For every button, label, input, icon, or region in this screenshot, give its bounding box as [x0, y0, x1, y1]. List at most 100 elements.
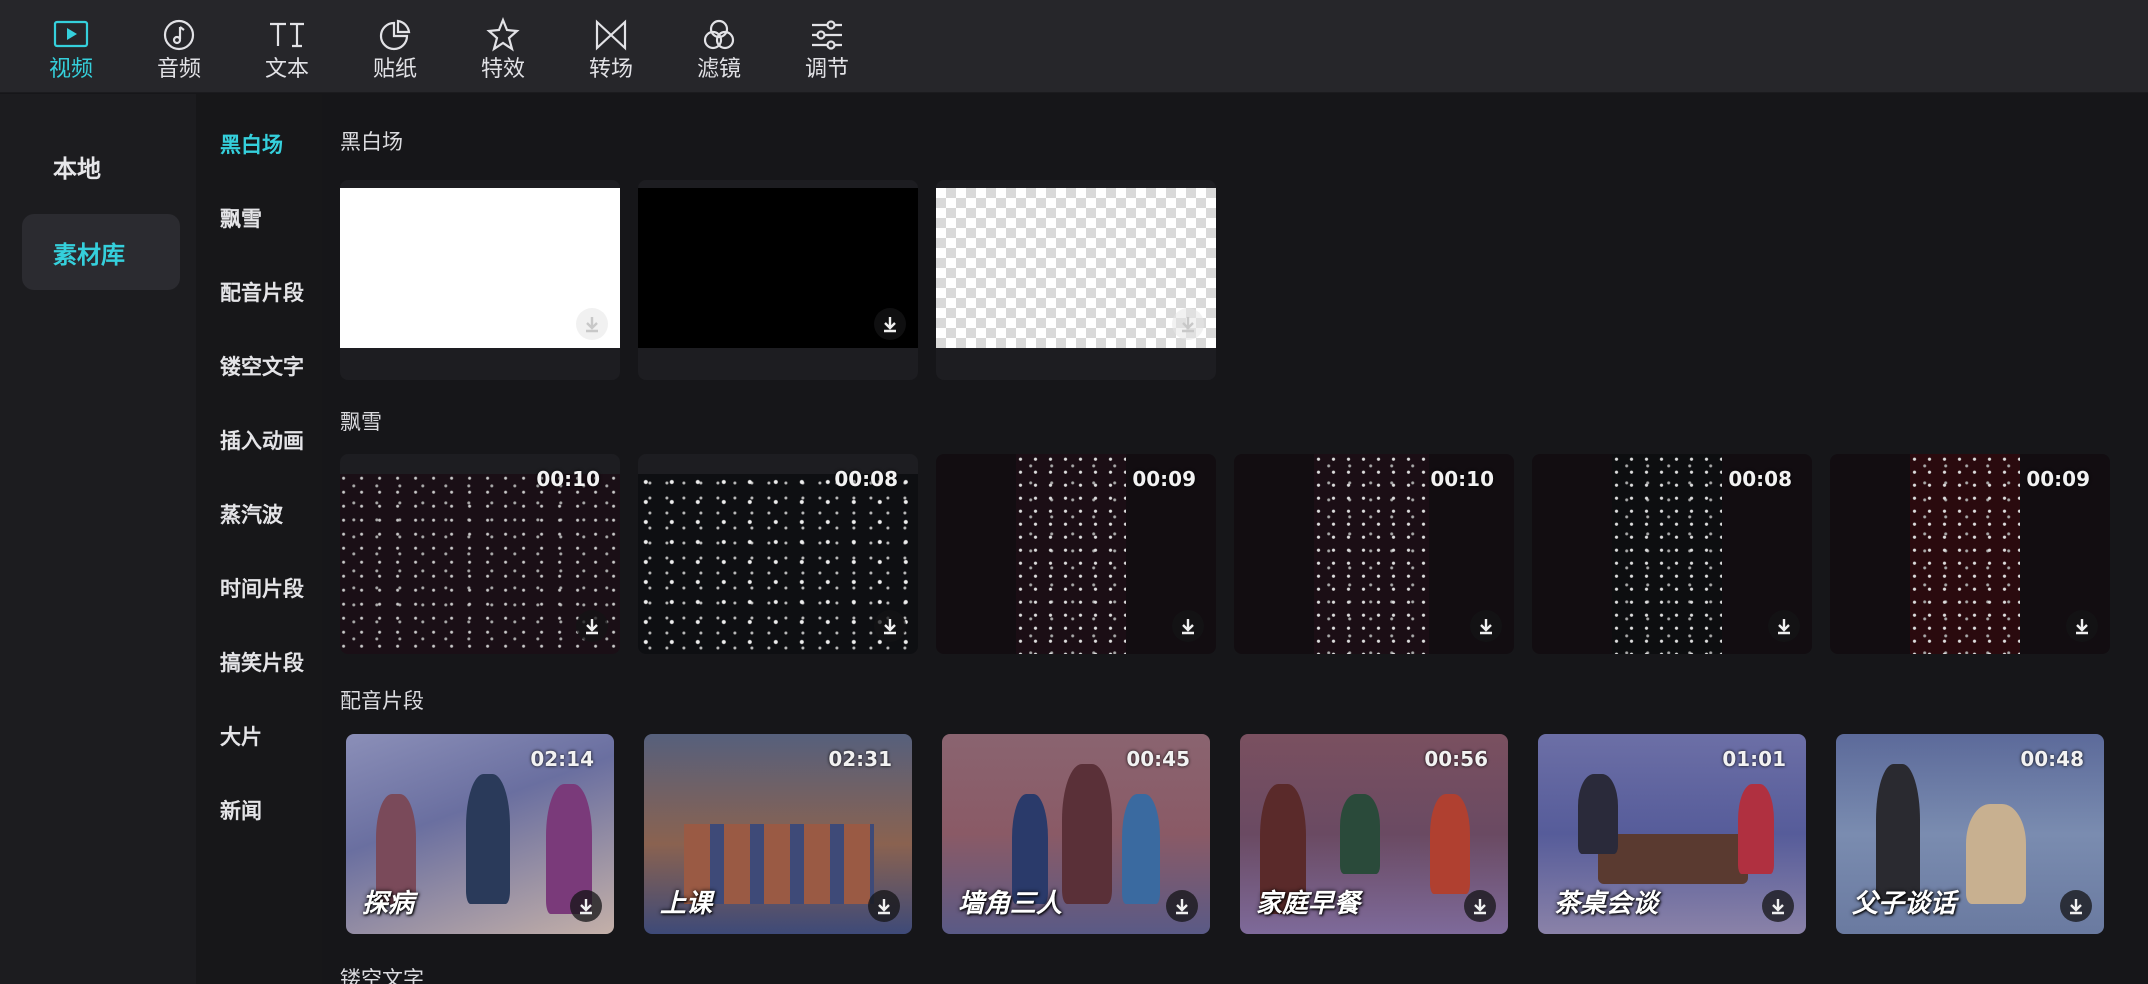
- category-funny-clips[interactable]: 搞笑片段: [220, 648, 304, 678]
- download-button[interactable]: [868, 890, 900, 922]
- download-icon: [878, 899, 890, 915]
- download-button[interactable]: [2066, 610, 2098, 642]
- material-grid: 黑白场 飘雪 00:10 00:08 00:09 00:10 00:08 00:…: [322, 94, 2148, 984]
- tab-adjust-label: 调节: [804, 57, 849, 82]
- duration-label: 00:45: [1126, 747, 1190, 771]
- download-button[interactable]: [874, 308, 906, 340]
- download-button[interactable]: [1464, 890, 1496, 922]
- snow-thumb: [1612, 454, 1722, 654]
- download-button[interactable]: [576, 308, 608, 340]
- download-button[interactable]: [1762, 890, 1794, 922]
- snow-thumb: [1016, 454, 1126, 654]
- tab-adjust[interactable]: 调节: [773, 0, 881, 93]
- category-time-clips[interactable]: 时间片段: [220, 574, 304, 604]
- filter-icon: [703, 19, 735, 50]
- clip-title: 探病: [362, 889, 415, 919]
- category-nav: 黑白场 飘雪 配音片段 镂空文字 插入动画 蒸汽波 时间片段 搞笑片段 大片 新…: [196, 94, 322, 984]
- category-dubbing[interactable]: 配音片段: [220, 278, 304, 308]
- section-title-blackwhite: 黑白场: [340, 130, 403, 154]
- illustration-figure: [1122, 794, 1160, 904]
- tab-text[interactable]: 文本: [233, 0, 341, 93]
- category-blackwhite[interactable]: 黑白场: [220, 130, 283, 160]
- tab-filter[interactable]: 滤镜: [665, 0, 773, 93]
- nav-library[interactable]: 素材库: [22, 214, 180, 290]
- material-card[interactable]: 00:08: [638, 454, 918, 654]
- clip-title: 上课: [660, 889, 713, 919]
- category-news[interactable]: 新闻: [220, 796, 262, 826]
- download-icon: [1480, 619, 1492, 635]
- category-insert-animation[interactable]: 插入动画: [220, 426, 304, 456]
- download-icon: [1778, 619, 1790, 635]
- tab-effects[interactable]: 特效: [449, 0, 557, 93]
- text-icon: [270, 22, 304, 48]
- video-icon: [53, 20, 89, 48]
- duration-label: 00:10: [536, 467, 600, 491]
- tab-sticker-label: 贴纸: [372, 57, 417, 82]
- material-card[interactable]: 00:56 家庭早餐: [1240, 734, 1508, 934]
- illustration-figure: [1966, 804, 2026, 904]
- material-card[interactable]: 02:31 上课: [644, 734, 912, 934]
- material-card[interactable]: 01:01 茶桌会谈: [1538, 734, 1806, 934]
- nav-library-label: 素材库: [53, 240, 125, 269]
- nav-local[interactable]: 本地: [22, 128, 180, 204]
- download-button[interactable]: [874, 610, 906, 642]
- category-hollow-text[interactable]: 镂空文字: [220, 352, 304, 382]
- download-icon: [1182, 317, 1194, 333]
- snow-thumb: [1314, 454, 1429, 654]
- material-card[interactable]: 00:10: [340, 454, 620, 654]
- tab-transition-label: 转场: [588, 57, 633, 82]
- transition-icon: [595, 19, 627, 51]
- download-button[interactable]: [1172, 308, 1204, 340]
- duration-label: 00:08: [834, 467, 898, 491]
- tab-sticker[interactable]: 贴纸: [341, 0, 449, 93]
- illustration-table: [1598, 834, 1748, 884]
- download-icon: [1772, 899, 1784, 915]
- app-window: 视频 音频 文本 贴纸 特效 转场 滤镜 调节 本地 素材库 黑白场 飘雪 配音…: [0, 0, 2148, 984]
- download-icon: [586, 317, 598, 333]
- material-card[interactable]: 00:09: [936, 454, 1216, 654]
- tab-video-label: 视频: [48, 57, 93, 82]
- download-icon: [586, 619, 598, 635]
- download-button[interactable]: [576, 610, 608, 642]
- material-card[interactable]: [936, 180, 1216, 380]
- download-icon: [884, 619, 896, 635]
- duration-label: 02:31: [828, 747, 892, 771]
- illustration-figure: [1430, 794, 1470, 894]
- adjust-sliders-icon: [812, 20, 842, 50]
- tab-effects-label: 特效: [480, 57, 525, 82]
- duration-label: 00:48: [2020, 747, 2084, 771]
- material-card[interactable]: [638, 180, 918, 380]
- material-card[interactable]: 00:48 父子谈话: [1836, 734, 2104, 934]
- material-card[interactable]: 00:45 墙角三人: [942, 734, 1210, 934]
- duration-label: 00:09: [2026, 467, 2090, 491]
- download-icon: [2076, 619, 2088, 635]
- star-effect-icon: [486, 17, 520, 52]
- tab-audio[interactable]: 音频: [125, 0, 233, 93]
- download-button[interactable]: [2060, 890, 2092, 922]
- category-blockbuster[interactable]: 大片: [220, 722, 262, 752]
- download-icon: [580, 899, 592, 915]
- top-toolbar: 视频 音频 文本 贴纸 特效 转场 滤镜 调节: [0, 0, 2148, 93]
- illustration-desks: [684, 824, 874, 904]
- material-card[interactable]: 00:08: [1532, 454, 1812, 654]
- material-card[interactable]: 00:09: [1830, 454, 2110, 654]
- material-card[interactable]: 02:14 探病: [346, 734, 614, 934]
- duration-label: 00:09: [1132, 467, 1196, 491]
- download-button[interactable]: [1768, 610, 1800, 642]
- download-button[interactable]: [570, 890, 602, 922]
- download-button[interactable]: [1470, 610, 1502, 642]
- download-icon: [1474, 899, 1486, 915]
- category-snow[interactable]: 飘雪: [220, 204, 262, 234]
- download-button[interactable]: [1172, 610, 1204, 642]
- tab-video[interactable]: 视频: [17, 0, 125, 93]
- clip-title: 家庭早餐: [1256, 889, 1361, 919]
- tab-transition[interactable]: 转场: [557, 0, 665, 93]
- material-card[interactable]: [340, 180, 620, 380]
- category-vaporwave[interactable]: 蒸汽波: [220, 500, 283, 530]
- material-card[interactable]: 00:10: [1234, 454, 1514, 654]
- download-icon: [1176, 899, 1188, 915]
- download-button[interactable]: [1166, 890, 1198, 922]
- section-title-hollow-text: 镂空文字: [340, 967, 424, 984]
- download-icon: [2070, 899, 2082, 915]
- duration-label: 02:14: [530, 747, 594, 771]
